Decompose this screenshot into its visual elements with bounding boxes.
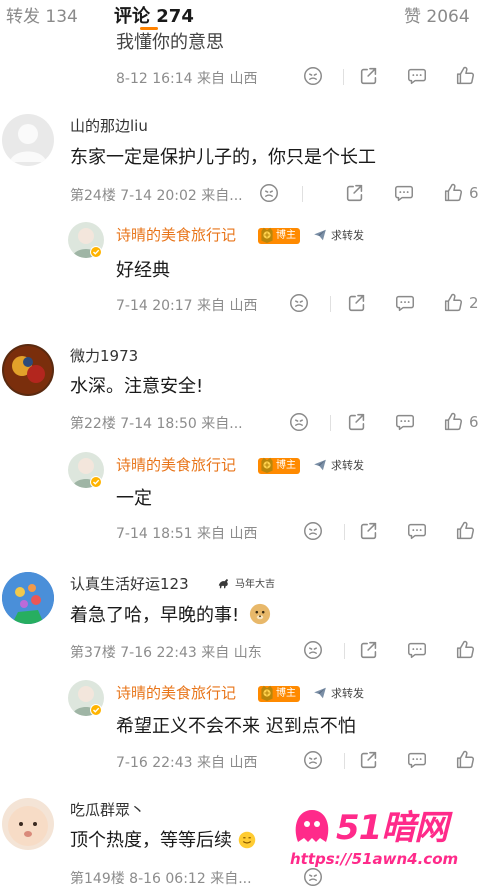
emoji-reaction-icon[interactable]: [288, 292, 310, 314]
comment-meta: 8-12 16:14 来自 山西: [116, 71, 258, 87]
emoji-reaction-icon[interactable]: [302, 639, 324, 661]
active-tab-indicator: [140, 27, 158, 30]
comment-icon[interactable]: [394, 411, 416, 433]
emoji-reaction-icon[interactable]: [258, 182, 280, 204]
watermark: 51暗网 https://51awn4.com: [288, 800, 480, 888]
share-icon[interactable]: [358, 749, 380, 771]
divider: [343, 69, 344, 85]
emoji-reaction-icon[interactable]: [302, 520, 324, 542]
comment-content: 着急了哈，早晚的事!: [70, 601, 271, 627]
paper-plane-icon: [312, 228, 328, 242]
like-count: 6: [469, 413, 479, 431]
user-tag: 马年大吉: [216, 575, 275, 590]
verified-icon: [90, 476, 102, 488]
reply-meta: 7-14 18:51 来自 山西: [116, 526, 258, 542]
comment-content: 我懂你的意思: [116, 32, 224, 53]
paper-plane-icon: [312, 686, 328, 700]
horse-icon: [216, 576, 232, 590]
divider: [330, 415, 331, 431]
smile-emoji-icon: [238, 831, 255, 849]
avatar[interactable]: [2, 344, 54, 396]
badge-icon: [259, 226, 275, 244]
comment-username[interactable]: 认真生活好运123: [70, 573, 189, 594]
comment-username[interactable]: 吃瓜群眾丶: [70, 799, 145, 820]
comment-username[interactable]: 微力1973: [70, 345, 138, 366]
share-icon[interactable]: [358, 639, 380, 661]
paper-plane-icon: [312, 458, 328, 472]
tab-likes[interactable]: 赞 2064: [404, 2, 470, 27]
share-icon[interactable]: [346, 411, 368, 433]
comment-meta: 第22楼 7-14 18:50 来自...: [70, 416, 243, 432]
share-icon[interactable]: [358, 520, 380, 542]
like-count: 2: [469, 294, 479, 312]
emoji-reaction-icon[interactable]: [302, 749, 324, 771]
reply-meta: 7-14 20:17 来自 山西: [116, 298, 258, 314]
comment-tabs: 转发 134 评论 274 赞 2064: [0, 0, 480, 30]
repost-tag[interactable]: 求转发: [312, 685, 364, 701]
ghost-logo-icon: [295, 810, 329, 842]
reply-username[interactable]: 诗晴的美食旅行记: [116, 224, 236, 245]
emoji-reaction-icon[interactable]: [288, 411, 310, 433]
like-icon[interactable]: [454, 65, 476, 87]
emoji-reaction-icon[interactable]: [302, 65, 324, 87]
verified-icon: [90, 704, 102, 716]
verified-icon: [90, 246, 102, 258]
like-icon[interactable]: [442, 292, 464, 314]
watermark-url: https://51awn4.com: [290, 850, 459, 868]
tab-comments[interactable]: 评论 274: [114, 2, 194, 28]
reply-content: 希望正义不会不来 迟到点不怕: [116, 716, 356, 737]
tab-reposts[interactable]: 转发 134: [6, 2, 78, 27]
comment-icon[interactable]: [406, 520, 428, 542]
comment-content: 东家一定是保护儿子的，你只是个长工: [70, 147, 376, 168]
comment-icon[interactable]: [406, 749, 428, 771]
reply-username[interactable]: 诗晴的美食旅行记: [116, 454, 236, 475]
share-icon[interactable]: [344, 182, 366, 204]
author-badge: 博主: [258, 458, 300, 474]
repost-tag[interactable]: 求转发: [312, 457, 364, 473]
avatar[interactable]: [2, 114, 54, 166]
reply-meta: 7-16 22:43 来自 山西: [116, 755, 258, 771]
comment-icon[interactable]: [406, 65, 428, 87]
like-icon[interactable]: [454, 749, 476, 771]
avatar[interactable]: [2, 798, 54, 850]
like-icon[interactable]: [442, 411, 464, 433]
avatar[interactable]: [2, 572, 54, 624]
divider: [302, 186, 303, 202]
author-badge: 博主: [258, 686, 300, 702]
comment-meta: 第24楼 7-14 20:02 来自...: [70, 188, 243, 204]
repost-tag[interactable]: 求转发: [312, 227, 364, 243]
divider: [344, 643, 345, 659]
comment-icon[interactable]: [394, 292, 416, 314]
share-icon[interactable]: [358, 65, 380, 87]
divider: [344, 524, 345, 540]
comment-meta: 第37楼 7-16 22:43 来自 山东: [70, 645, 262, 661]
share-icon[interactable]: [346, 292, 368, 314]
comment-icon[interactable]: [393, 182, 415, 204]
divider: [344, 753, 345, 769]
comment-meta: 第149楼 8-16 06:12 来自...: [70, 871, 252, 887]
like-icon[interactable]: [442, 182, 464, 204]
reply-content: 好经典: [116, 260, 170, 281]
comment-username[interactable]: 山的那边liu: [70, 115, 148, 136]
badge-icon: [259, 456, 275, 474]
divider: [330, 296, 331, 312]
reply-username[interactable]: 诗晴的美食旅行记: [116, 682, 236, 703]
watermark-brand: 51暗网: [336, 808, 448, 848]
comment-content: 顶个热度，等等后续: [70, 826, 256, 852]
comment-icon[interactable]: [406, 639, 428, 661]
doge-emoji-icon: [249, 603, 271, 625]
like-icon[interactable]: [454, 520, 476, 542]
like-count: 6: [469, 184, 479, 202]
comment-list[interactable]: 我懂你的意思 8-12 16:14 来自 山西 山的那边liu 东家一定是保护儿…: [0, 30, 480, 888]
like-icon[interactable]: [454, 639, 476, 661]
reply-content: 一定: [116, 488, 152, 509]
comment-content: 水深。注意安全!: [70, 376, 204, 397]
author-badge: 博主: [258, 228, 300, 244]
badge-icon: [259, 684, 275, 702]
